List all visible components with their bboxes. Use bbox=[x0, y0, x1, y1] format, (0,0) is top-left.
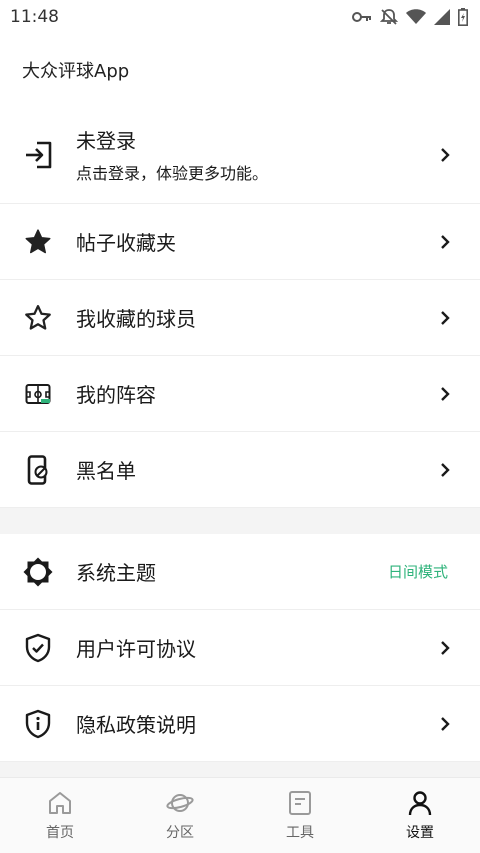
login-icon bbox=[22, 139, 54, 171]
nav-sections-label: 分区 bbox=[166, 824, 194, 841]
blacklist-row[interactable]: 黑名单 bbox=[0, 432, 480, 508]
user-license-label: 用户许可协议 bbox=[76, 637, 196, 661]
status-bar: 11:48 bbox=[0, 0, 480, 34]
chevron-right-icon bbox=[438, 386, 452, 402]
nav-settings[interactable]: 设置 bbox=[360, 778, 480, 853]
phone-block-icon bbox=[22, 454, 54, 486]
post-favorites-label: 帖子收藏夹 bbox=[76, 231, 176, 255]
system-theme-row[interactable]: 系统主题 日间模式 bbox=[0, 534, 480, 610]
nav-sections[interactable]: 分区 bbox=[120, 778, 240, 853]
nav-home-label: 首页 bbox=[46, 824, 74, 841]
chevron-right-icon bbox=[438, 234, 452, 250]
note-icon bbox=[289, 790, 311, 815]
login-subtitle: 点击登录，体验更多功能。 bbox=[76, 164, 269, 183]
chevron-right-icon bbox=[438, 462, 452, 478]
nav-settings-label: 设置 bbox=[406, 824, 434, 841]
shield-info-icon bbox=[22, 708, 54, 740]
chevron-right-icon bbox=[438, 310, 452, 326]
bottom-nav: 首页 分区 工具 设置 bbox=[0, 777, 480, 853]
privacy-policy-row[interactable]: 隐私政策说明 bbox=[0, 686, 480, 762]
nav-home[interactable]: 首页 bbox=[0, 778, 120, 853]
star-outline-icon bbox=[22, 302, 54, 334]
lineup-icon bbox=[22, 378, 54, 410]
chevron-right-icon bbox=[438, 716, 452, 732]
post-favorites-row[interactable]: 帖子收藏夹 bbox=[0, 204, 480, 280]
signal-icon bbox=[434, 9, 450, 25]
wifi-icon bbox=[406, 9, 426, 24]
login-title: 未登录 bbox=[76, 129, 136, 153]
section-divider bbox=[0, 508, 480, 534]
favorite-players-row[interactable]: 我收藏的球员 bbox=[0, 280, 480, 356]
mute-icon bbox=[380, 9, 398, 25]
my-lineup-label: 我的阵容 bbox=[76, 383, 156, 407]
status-icons bbox=[352, 8, 468, 26]
battery-icon bbox=[458, 8, 468, 26]
home-icon bbox=[49, 791, 71, 814]
privacy-policy-label: 隐私政策说明 bbox=[76, 713, 196, 737]
planet-icon bbox=[166, 793, 194, 812]
user-license-row[interactable]: 用户许可协议 bbox=[0, 610, 480, 686]
shield-check-icon bbox=[22, 632, 54, 664]
system-theme-label: 系统主题 bbox=[76, 561, 156, 585]
chevron-right-icon bbox=[438, 147, 452, 163]
brightness-icon bbox=[22, 556, 54, 588]
login-row[interactable]: 未登录 点击登录，体验更多功能。 bbox=[0, 106, 480, 204]
my-lineup-row[interactable]: 我的阵容 bbox=[0, 356, 480, 432]
theme-value: 日间模式 bbox=[387, 563, 448, 581]
person-icon bbox=[408, 790, 432, 815]
nav-tools-label: 工具 bbox=[286, 824, 314, 841]
key-icon bbox=[352, 12, 371, 22]
favorite-players-label: 我收藏的球员 bbox=[76, 307, 196, 331]
app-title: 大众评球App bbox=[22, 61, 130, 82]
blacklist-label: 黑名单 bbox=[76, 459, 136, 483]
nav-tools[interactable]: 工具 bbox=[240, 778, 360, 853]
status-time: 11:48 bbox=[10, 7, 59, 27]
star-filled-icon bbox=[22, 226, 54, 258]
chevron-right-icon bbox=[438, 640, 452, 656]
